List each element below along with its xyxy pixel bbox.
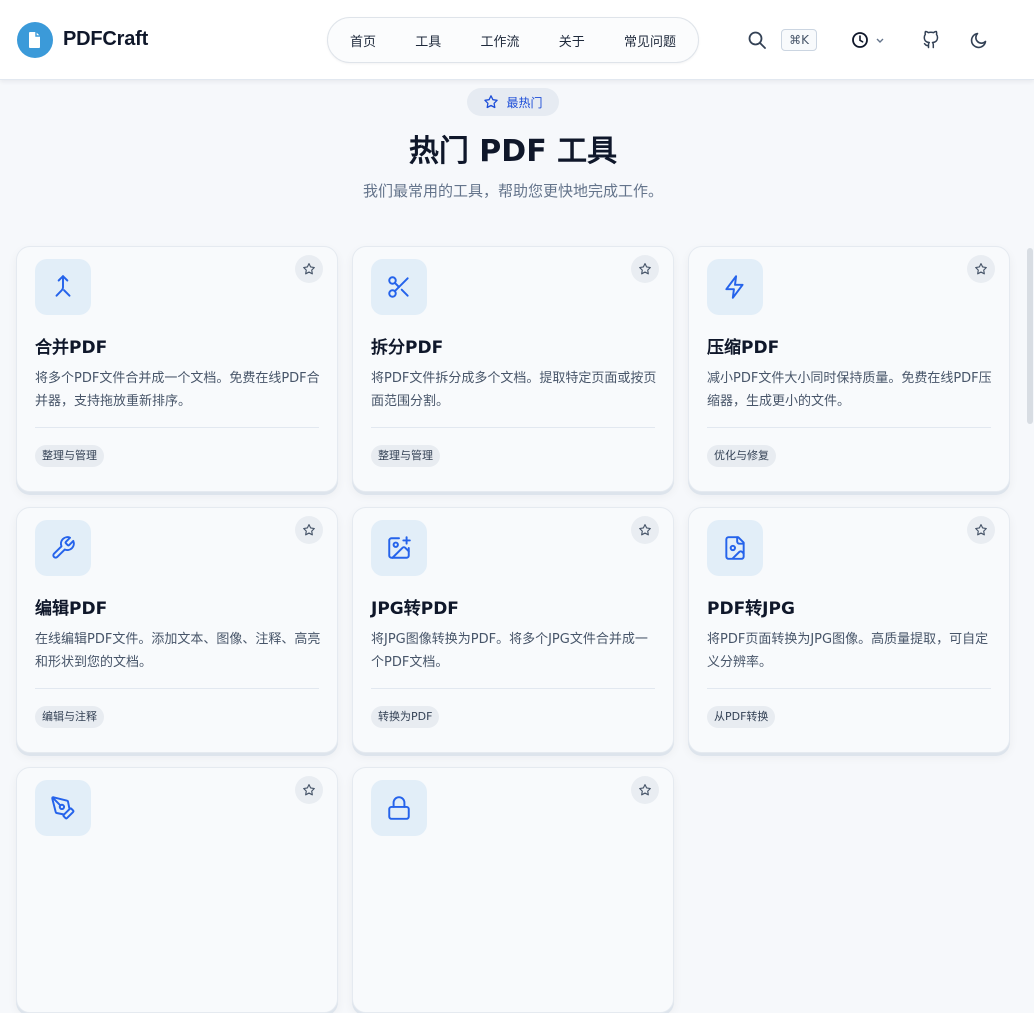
top-header: PDFCraft 首页 工具 工作流 关于 常见问题 ⌘K — [0, 0, 1034, 80]
favorite-star-icon[interactable] — [631, 776, 659, 804]
favorite-star-icon[interactable] — [295, 776, 323, 804]
moon-icon[interactable] — [967, 28, 991, 52]
chevron-down-icon — [876, 38, 884, 43]
tool-description: 将多个PDF文件合并成一个文档。免费在线PDF合并器，支持拖放重新排序。 — [35, 371, 320, 409]
category-tag: 优化与修复 — [707, 445, 776, 467]
nav-item-workflow[interactable]: 工作流 — [480, 31, 519, 50]
badge-label: 最热门 — [506, 95, 543, 110]
wrench-icon — [35, 520, 91, 576]
history-dropdown[interactable] — [851, 29, 891, 51]
favorite-star-icon[interactable] — [631, 255, 659, 283]
shortcut-hint: ⌘K — [781, 29, 817, 51]
scrollbar[interactable] — [1026, 80, 1034, 853]
nav-item-home[interactable]: 首页 — [350, 31, 376, 50]
search-icon[interactable] — [745, 28, 769, 52]
tool-description: 将PDF页面转换为JPG图像。高质量提取，可自定义分辨率。 — [707, 632, 989, 670]
category-tag: 整理与管理 — [371, 445, 440, 467]
tool-name: 拆分PDF — [371, 338, 444, 358]
logo-text[interactable]: PDFCraft — [63, 28, 148, 51]
tool-card-compress[interactable]: 压缩PDF 减小PDF文件大小同时保持质量。免费在线PDF压缩器，生成更小的文件… — [688, 246, 1010, 492]
most-popular-badge: 最热门 — [467, 88, 559, 116]
tool-card-jpg-to-pdf[interactable]: JPG转PDF 将JPG图像转换为PDF。将多个JPG文件合并成一个PDF文档。… — [352, 507, 674, 753]
tool-name: 合并PDF — [35, 338, 108, 358]
divider — [35, 688, 319, 689]
divider — [371, 427, 655, 428]
page-title: 热门 PDF 工具 — [408, 134, 618, 169]
tool-description: 将JPG图像转换为PDF。将多个JPG文件合并成一个PDF文档。 — [371, 632, 648, 670]
lightning-icon — [707, 259, 763, 315]
favorite-star-icon[interactable] — [295, 516, 323, 544]
tool-name: PDF转JPG — [707, 599, 795, 619]
category-tag: 从PDF转换 — [707, 706, 776, 728]
tool-card-edit[interactable]: 编辑PDF 在线编辑PDF文件。添加文本、图像、注释、高亮和形状到您的文档。 编… — [16, 507, 338, 753]
tool-card-merge[interactable]: 合并PDF 将多个PDF文件合并成一个文档。免费在线PDF合并器，支持拖放重新排… — [16, 246, 338, 492]
favorite-star-icon[interactable] — [631, 516, 659, 544]
favorite-star-icon[interactable] — [295, 255, 323, 283]
tool-name: JPG转PDF — [371, 599, 459, 619]
nav-item-faq[interactable]: 常见问题 — [624, 31, 676, 50]
tool-card-sign[interactable] — [16, 767, 338, 1013]
tool-card-pdf-to-jpg[interactable]: PDF转JPG 将PDF页面转换为JPG图像。高质量提取，可自定义分辨率。 从P… — [688, 507, 1010, 753]
tool-description: 减小PDF文件大小同时保持质量。免费在线PDF压缩器，生成更小的文件。 — [707, 371, 992, 409]
divider — [707, 688, 991, 689]
logo-icon[interactable] — [17, 22, 53, 58]
merge-icon — [35, 259, 91, 315]
divider — [371, 688, 655, 689]
scrollbar-thumb[interactable] — [1027, 248, 1033, 424]
category-tag: 整理与管理 — [35, 445, 104, 467]
favorite-star-icon[interactable] — [967, 255, 995, 283]
tool-name: 压缩PDF — [707, 338, 780, 358]
main-nav: 首页 工具 工作流 关于 常见问题 — [327, 17, 699, 63]
nav-item-about[interactable]: 关于 — [559, 31, 585, 50]
clock-icon — [852, 32, 868, 48]
lock-icon — [371, 780, 427, 836]
tool-card-protect[interactable] — [352, 767, 674, 1013]
favorite-star-icon[interactable] — [967, 516, 995, 544]
star-icon — [484, 95, 499, 109]
scissors-icon — [371, 259, 427, 315]
category-tag: 编辑与注释 — [35, 706, 104, 728]
image-plus-icon — [371, 520, 427, 576]
divider — [35, 427, 319, 428]
category-tag: 转换为PDF — [371, 706, 440, 728]
pen-tool-icon — [35, 780, 91, 836]
divider — [707, 427, 991, 428]
github-icon[interactable] — [919, 28, 943, 52]
tool-description: 在线编辑PDF文件。添加文本、图像、注释、高亮和形状到您的文档。 — [35, 632, 321, 670]
tool-card-split[interactable]: 拆分PDF 将PDF文件拆分成多个文档。提取特定页面或按页面范围分割。 整理与管… — [352, 246, 674, 492]
tool-name: 编辑PDF — [35, 599, 108, 619]
tool-description: 将PDF文件拆分成多个文档。提取特定页面或按页面范围分割。 — [371, 371, 657, 409]
file-image-icon — [707, 520, 763, 576]
page-subtitle: 我们最常用的工具，帮助您更快地完成工作。 — [362, 182, 663, 200]
nav-item-tools[interactable]: 工具 — [415, 31, 441, 50]
